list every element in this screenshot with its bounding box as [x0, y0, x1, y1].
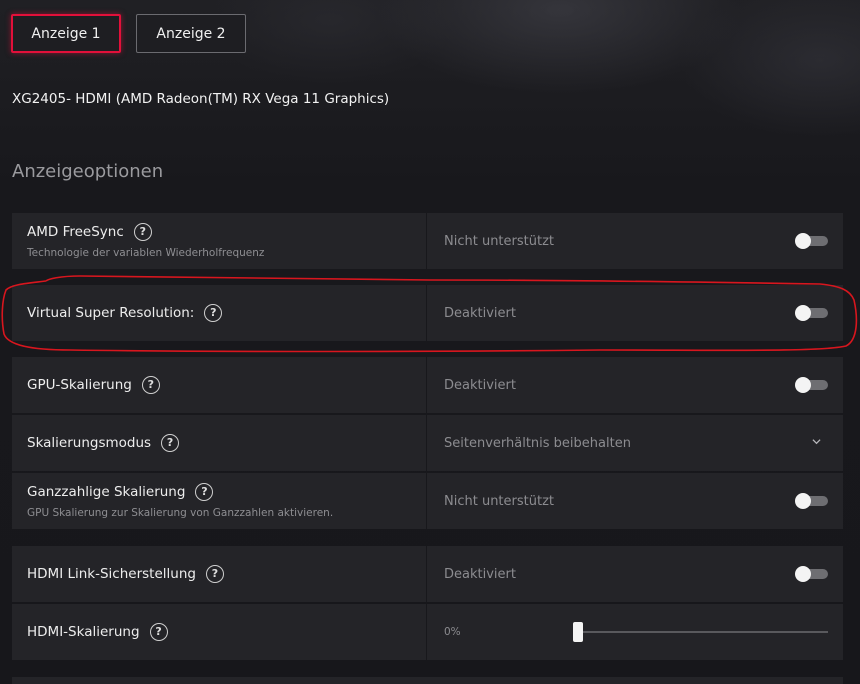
setting-row-integer-scaling: Ganzzahlige Skalierung ? GPU Skalierung … [12, 473, 843, 529]
help-icon[interactable]: ? [133, 223, 152, 241]
display-options-group-1: AMD FreeSync ? Technologie der variablen… [12, 213, 843, 531]
setting-label-line: HDMI Link-Sicherstellung ? [27, 565, 426, 583]
setting-description-freesync: Technologie der variablen Wiederholfrequ… [27, 247, 265, 259]
setting-row-hdmi-scaling: HDMI-Skalierung ? 0% [12, 604, 843, 660]
setting-label-gpu-scaling: GPU-Skalierung [27, 377, 132, 393]
chevron-down-icon[interactable] [812, 437, 821, 446]
setting-label-line: Virtual Super Resolution: ? [27, 304, 426, 322]
setting-row-gpu-scaling: GPU-Skalierung ? Deaktiviert [12, 357, 843, 413]
setting-row-scaling-mode: Skalierungsmodus ? Seitenverhältnis beib… [12, 415, 843, 471]
setting-value-cell: Deaktiviert [427, 546, 843, 602]
display-tabs: Anzeige 1 Anzeige 2 [11, 14, 246, 53]
setting-label-line: GPU-Skalierung ? [27, 376, 426, 394]
setting-label-cell: AMD FreeSync ? Technologie der variablen… [12, 213, 427, 269]
hdmi-scaling-slider-thumb[interactable] [573, 622, 583, 642]
setting-value-vsr: Deaktiviert [444, 305, 516, 321]
setting-label-line: Ganzzahlige Skalierung ? [27, 483, 426, 501]
setting-label-freesync: AMD FreeSync [27, 224, 124, 240]
toggle-knob [795, 305, 811, 321]
setting-label-cell: GPU-Skalierung ? [12, 357, 427, 413]
setting-row-freesync: AMD FreeSync ? Technologie der variablen… [12, 213, 843, 269]
setting-row-virtual-super-resolution: Virtual Super Resolution: ? Deaktiviert [12, 285, 843, 341]
toggle-knob [795, 493, 811, 509]
toggle-knob [795, 233, 811, 249]
help-icon[interactable]: ? [205, 565, 224, 583]
display-options-group-2: HDMI Link-Sicherstellung ? Deaktiviert H… [12, 546, 843, 662]
setting-label-cell: HDMI-Skalierung ? [12, 604, 427, 660]
setting-label-hdmi-scaling: HDMI-Skalierung [27, 624, 140, 640]
tab-anzeige-1[interactable]: Anzeige 1 [11, 14, 121, 53]
setting-value-cell: 0% [427, 604, 843, 660]
setting-label-vsr: Virtual Super Resolution: [27, 305, 195, 321]
setting-label-hdmi-link: HDMI Link-Sicherstellung [27, 566, 196, 582]
tab-anzeige-2[interactable]: Anzeige 2 [136, 14, 246, 53]
setting-value-hdmi-link: Deaktiviert [444, 566, 516, 582]
setting-value-freesync: Nicht unterstützt [444, 233, 554, 249]
setting-value-integer-scaling: Nicht unterstützt [444, 493, 554, 509]
help-icon[interactable]: ? [161, 434, 180, 452]
setting-description-integer-scaling: GPU Skalierung zur Skalierung von Ganzza… [27, 507, 334, 519]
toggle-knob [795, 566, 811, 582]
setting-label-integer-scaling: Ganzzahlige Skalierung [27, 484, 186, 500]
setting-label-line: HDMI-Skalierung ? [27, 623, 426, 641]
setting-label-line: AMD FreeSync ? [27, 223, 426, 241]
device-title: XG2405- HDMI (AMD Radeon(TM) RX Vega 11 … [12, 91, 390, 107]
setting-label-cell: Skalierungsmodus ? [12, 415, 427, 471]
hdmi-scaling-slider-track[interactable] [580, 631, 828, 633]
setting-value-cell: Nicht unterstützt [427, 213, 843, 269]
setting-value-gpu-scaling: Deaktiviert [444, 377, 516, 393]
setting-value-cell: Nicht unterstützt [427, 473, 843, 529]
setting-label-scaling-mode: Skalierungsmodus [27, 435, 152, 451]
hdmi-link-toggle[interactable] [795, 566, 828, 582]
setting-value-cell: Deaktiviert [427, 285, 843, 341]
setting-row-hdmi-link-assurance: HDMI Link-Sicherstellung ? Deaktiviert [12, 546, 843, 602]
integer-scaling-toggle[interactable] [795, 493, 828, 509]
setting-value-scaling-mode: Seitenverhältnis beibehalten [444, 435, 631, 451]
scaling-mode-dropdown[interactable]: Seitenverhältnis beibehalten [427, 415, 843, 471]
setting-label-cell: HDMI Link-Sicherstellung ? [12, 546, 427, 602]
next-row-partial [12, 677, 843, 684]
help-icon[interactable]: ? [195, 483, 214, 501]
gpu-scaling-toggle[interactable] [795, 377, 828, 393]
setting-value-cell: Deaktiviert [427, 357, 843, 413]
help-icon[interactable]: ? [149, 623, 168, 641]
freesync-toggle[interactable] [795, 233, 828, 249]
toggle-knob [795, 377, 811, 393]
setting-label-line: Skalierungsmodus ? [27, 434, 426, 452]
setting-label-cell: Ganzzahlige Skalierung ? GPU Skalierung … [12, 473, 427, 529]
setting-label-cell: Virtual Super Resolution: ? [12, 285, 427, 341]
vsr-toggle[interactable] [795, 305, 828, 321]
section-title: Anzeigeoptionen [12, 161, 164, 182]
help-icon[interactable]: ? [204, 304, 223, 322]
help-icon[interactable]: ? [141, 376, 160, 394]
setting-value-hdmi-scaling: 0% [444, 626, 461, 638]
